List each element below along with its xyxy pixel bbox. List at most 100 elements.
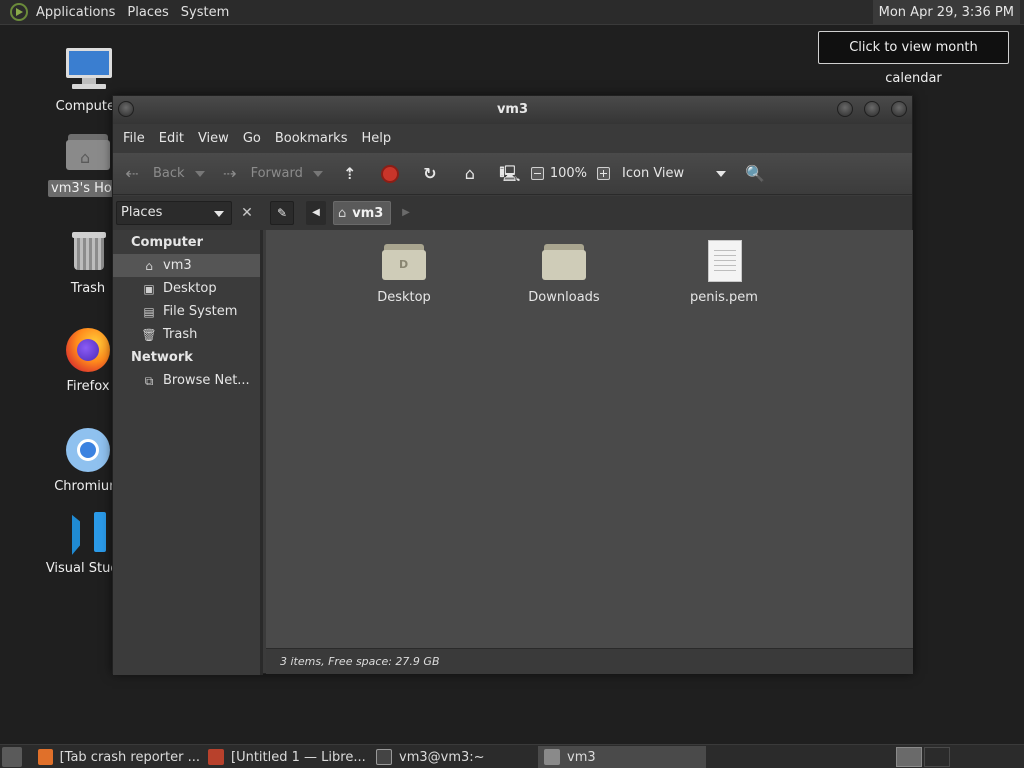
breadcrumb-scroll-left-button[interactable]: ◀ [306, 201, 326, 225]
forward-history-dropdown-icon[interactable] [312, 170, 323, 177]
sidebar-item-label: Browse Net... [163, 373, 250, 388]
taskbar-label: vm3 [567, 749, 596, 765]
vscode-icon [64, 508, 112, 556]
reload-button[interactable]: ↻ [419, 153, 445, 194]
libreoffice-icon [208, 749, 224, 765]
sidebar-item-browse-network[interactable]: ⧉ Browse Net... [113, 369, 260, 392]
zoom-in-button[interactable] [597, 153, 616, 194]
desktop-icon: ▣ [143, 281, 155, 296]
distro-logo-icon[interactable] [10, 3, 28, 21]
folder-icon [544, 749, 560, 765]
computer-icon: 🖳 [499, 163, 521, 183]
breadcrumb-label: vm3 [352, 205, 384, 221]
window-title: vm3 [496, 102, 529, 117]
sidebar-header-computer: Computer [131, 235, 204, 250]
file-item-desktop[interactable]: D Desktop [349, 240, 459, 305]
location-row: Places ✕ ✎ ◀ ⌂ vm3 ▶ [113, 196, 912, 230]
zoom-label: 100% [549, 166, 588, 181]
firefox-icon [64, 326, 112, 374]
applications-menu[interactable]: Applications [30, 0, 121, 25]
taskbar-item-terminal[interactable]: vm3@vm3:~ [370, 746, 536, 768]
file-manager-window: vm3 File Edit View Go Bookmarks Help ⇠ B… [112, 95, 913, 675]
top-panel: Applications Places System Mon Apr 29, 3… [0, 0, 1024, 25]
window-titlebar[interactable]: vm3 [113, 96, 912, 124]
home-button[interactable]: ⌂ [459, 153, 485, 194]
system-menu[interactable]: System [175, 0, 235, 25]
menu-bookmarks[interactable]: Bookmarks [268, 131, 355, 146]
side-pane-label: Places [121, 205, 163, 220]
status-text: 3 items, Free space: 27.9 GB [280, 655, 440, 668]
menu-go[interactable]: Go [236, 131, 268, 146]
home-icon: ⌂ [145, 258, 153, 273]
file-item-downloads[interactable]: Downloads [509, 240, 619, 305]
breadcrumb-vm3[interactable]: ⌂ vm3 [333, 201, 391, 225]
file-item-penis-pem[interactable]: penis.pem [669, 240, 779, 305]
places-menu[interactable]: Places [121, 0, 174, 25]
sidebar-item-desktop[interactable]: ▣ Desktop [113, 277, 260, 300]
edit-icon: ✎ [276, 206, 288, 220]
menubar: File Edit View Go Bookmarks Help [113, 124, 912, 153]
side-pane-select[interactable]: Places [116, 201, 232, 225]
view-mode-label: Icon View [622, 166, 685, 181]
back-history-dropdown-icon[interactable] [194, 170, 205, 177]
workspace-2-button[interactable] [924, 747, 950, 767]
computer-button[interactable]: 🖳 [499, 153, 525, 194]
zoom-out-button[interactable] [530, 153, 550, 194]
menu-help[interactable]: Help [354, 131, 398, 146]
trash-icon [64, 228, 112, 276]
taskbar-item-file-manager[interactable]: vm3 [538, 746, 706, 768]
home-folder-icon: ⌂ [64, 128, 112, 176]
close-sidebar-button[interactable]: ✕ [237, 201, 257, 225]
chevron-down-icon [214, 211, 224, 217]
clock-tooltip: Click to view month calendar [818, 31, 1009, 86]
view-mode-select[interactable]: Icon View [622, 153, 727, 194]
document-icon [702, 240, 746, 284]
search-icon: 🔍 [745, 163, 766, 183]
back-button[interactable]: ⇠ Back [121, 153, 205, 194]
sidebar-item-trash[interactable]: 🗑 Trash [113, 323, 260, 346]
edit-location-button[interactable]: ✎ [270, 201, 294, 225]
taskbar-item-firefox[interactable]: [Tab crash reporter ... [32, 746, 200, 768]
taskbar-label: [Untitled 1 — Libre... [231, 749, 366, 765]
maximize-icon[interactable] [864, 101, 880, 117]
sidebar-item-vm3[interactable]: ⌂ vm3 [113, 254, 260, 277]
file-name: penis.pem [690, 290, 758, 305]
search-button[interactable]: 🔍 [744, 153, 770, 194]
folder-icon: D [382, 240, 426, 284]
stop-button[interactable] [380, 153, 399, 194]
trash-icon: 🗑 [141, 327, 157, 342]
sidebar-header-network: Network [131, 350, 193, 365]
menu-edit[interactable]: Edit [152, 131, 191, 146]
places-sidebar: Computer ⌂ vm3 ▣ Desktop ▤ File System 🗑… [113, 230, 263, 675]
workspace-1-button[interactable] [896, 747, 922, 767]
sidebar-item-file-system[interactable]: ▤ File System [113, 300, 260, 323]
minimize-icon[interactable] [837, 101, 853, 117]
home-icon: ⌂ [464, 163, 475, 183]
stop-icon [380, 164, 399, 183]
forward-button[interactable]: ⇢ Forward [219, 153, 323, 194]
taskbar-item-libreoffice[interactable]: [Untitled 1 — Libre... [202, 746, 368, 768]
file-view[interactable]: D Desktop Downloads penis.pem [266, 230, 913, 648]
forward-label: Forward [250, 166, 303, 181]
show-desktop-button[interactable] [2, 747, 22, 767]
desktop-icon-label: Trash [70, 281, 106, 296]
folder-icon [542, 240, 586, 284]
toolbar: ⇠ Back ⇢ Forward ⇡ ↻ ⌂ 🖳 100% Icon View … [113, 153, 912, 195]
chromium-icon [64, 426, 112, 474]
clock[interactable]: Mon Apr 29, 3:36 PM [872, 0, 1020, 25]
zoom-in-icon [597, 167, 611, 180]
sidebar-item-label: File System [163, 304, 238, 319]
network-icon: ⧉ [144, 373, 154, 388]
close-icon[interactable] [891, 101, 907, 117]
breadcrumb-scroll-right-button[interactable]: ▶ [398, 201, 414, 225]
sidebar-item-label: Trash [163, 327, 198, 342]
up-button[interactable]: ⇡ [339, 153, 365, 194]
home-icon: ⌂ [338, 205, 347, 221]
desktop-icon-label: Firefox [66, 379, 110, 394]
drive-icon: ▤ [143, 304, 155, 319]
menu-view[interactable]: View [191, 131, 236, 146]
menu-file[interactable]: File [116, 131, 152, 146]
zoom-level[interactable]: 100% [550, 153, 587, 194]
firefox-icon [38, 749, 53, 765]
taskbar-label: [Tab crash reporter ... [59, 749, 200, 765]
